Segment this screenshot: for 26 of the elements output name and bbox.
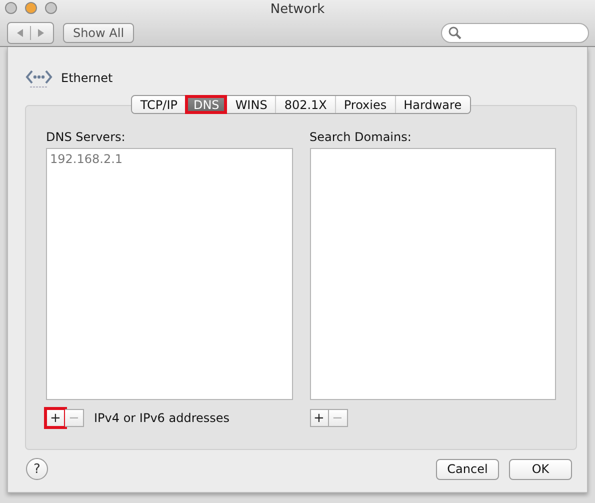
tab[interactable]: Proxies (334, 96, 395, 113)
ok-button[interactable]: OK (509, 458, 572, 480)
window-control-icon[interactable] (45, 2, 57, 14)
back-forward-control[interactable] (7, 22, 54, 44)
list-label: Search Domains: (310, 130, 412, 144)
add-button[interactable]: + (310, 409, 328, 427)
window-title: Network (270, 1, 325, 18)
tab[interactable]: Hardware (394, 96, 470, 113)
help-button[interactable]: ? (26, 458, 48, 480)
forward-arrow-icon[interactable] (37, 28, 45, 38)
tab[interactable]: DNS (185, 95, 228, 114)
show-all-button[interactable]: Show All (63, 23, 134, 43)
add-button[interactable]: + (44, 407, 67, 429)
window-control-icon[interactable] (25, 2, 37, 14)
search-icon (448, 26, 462, 40)
hint-text: IPv4 or IPv6 addresses (94, 411, 230, 425)
tab[interactable]: TCP/IP (132, 96, 186, 113)
back-arrow-icon[interactable] (16, 28, 24, 38)
tab[interactable]: 802.1X (275, 96, 335, 113)
list-box[interactable]: 192.168.2.1 (46, 148, 292, 400)
list-item[interactable]: 192.168.2.1 (50, 152, 288, 166)
service-name: Ethernet (61, 71, 113, 85)
list-label: DNS Servers: (46, 130, 126, 144)
cancel-button[interactable]: Cancel (436, 458, 499, 480)
search-field[interactable] (441, 23, 589, 43)
window-control-icon[interactable] (5, 2, 17, 14)
